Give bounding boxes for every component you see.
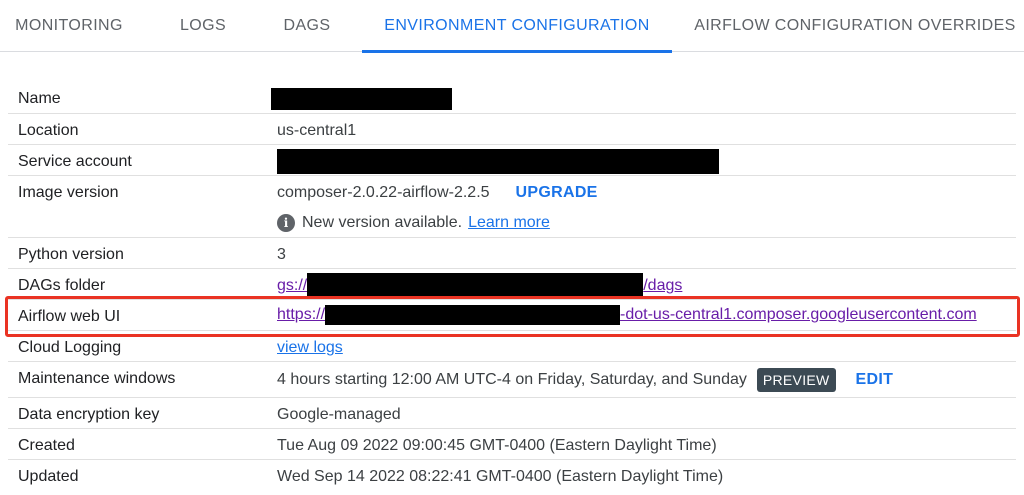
service-account-value [277, 149, 719, 174]
info-icon: i [277, 214, 295, 232]
dags-folder-link[interactable]: gs:// /dags [277, 273, 682, 299]
config-row-created: Created Tue Aug 09 2022 09:00:45 GMT-040… [8, 428, 1016, 459]
row-label: Airflow web UI [18, 308, 121, 325]
row-label: Image version [18, 184, 119, 201]
upgrade-button[interactable]: UPGRADE [516, 184, 598, 202]
config-row-name: Name [8, 82, 1016, 113]
redacted-block [277, 149, 719, 174]
row-label: Service account [18, 153, 132, 170]
config-row-image-version: Image version composer-2.0.22-airflow-2.… [8, 175, 1016, 237]
redacted-block [307, 273, 644, 299]
row-label: DAGs folder [18, 277, 106, 294]
tab-logs[interactable]: LOGS [160, 0, 246, 52]
config-row-cloud-logging: Cloud Logging view logs [8, 330, 1016, 361]
row-label: Python version [18, 246, 124, 263]
tab-environment-configuration[interactable]: ENVIRONMENT CONFIGURATION [362, 0, 672, 53]
airflow-web-ui-link[interactable]: https:// -dot-us-central1.composer.googl… [277, 305, 977, 325]
tab-dags[interactable]: DAGS [266, 0, 348, 52]
config-row-location: Location us-central1 [8, 113, 1016, 144]
maintenance-text: 4 hours starting 12:00 AM UTC-4 on Frida… [277, 371, 747, 388]
location-value: us-central1 [277, 122, 357, 139]
config-row-airflow-web-ui: Airflow web UI https:// -dot-us-central1… [8, 299, 1016, 330]
row-label: Updated [18, 468, 79, 485]
maintenance-windows-value: 4 hours starting 12:00 AM UTC-4 on Frida… [277, 368, 893, 392]
notice-text: New version available. [302, 214, 463, 231]
tab-bar: MONITORING LOGS DAGS ENVIRONMENT CONFIGU… [0, 0, 1024, 53]
redacted-block [271, 88, 452, 110]
image-version-value: composer-2.0.22-airflow-2.2.5 UPGRADE [277, 184, 598, 202]
config-row-service-account: Service account [8, 144, 1016, 175]
config-row-dags-folder: DAGs folder gs:// /dags [8, 268, 1016, 299]
updated-value: Wed Sep 14 2022 08:22:41 GMT-0400 (Easte… [277, 468, 724, 485]
python-version-value: 3 [277, 246, 286, 263]
dags-folder-prefix: gs:// [277, 277, 308, 294]
learn-more-link[interactable]: Learn more [468, 214, 550, 232]
airflow-url-suffix: -dot-us-central1.composer.googleusercont… [620, 306, 977, 323]
airflow-url-prefix: https:// [277, 306, 326, 323]
tab-label: ENVIRONMENT CONFIGURATION [384, 17, 650, 34]
active-tab-indicator [362, 50, 672, 53]
tab-monitoring[interactable]: MONITORING [0, 0, 138, 52]
config-row-data-encryption-key: Data encryption key Google-managed [8, 397, 1016, 428]
config-row-maintenance-windows: Maintenance windows 4 hours starting 12:… [8, 361, 1016, 397]
name-value [271, 88, 452, 110]
config-row-updated: Updated Wed Sep 14 2022 08:22:41 GMT-040… [8, 459, 1016, 490]
created-value: Tue Aug 09 2022 09:00:45 GMT-0400 (Easte… [277, 437, 717, 454]
row-label: Maintenance windows [18, 370, 176, 387]
row-label: Cloud Logging [18, 339, 122, 356]
new-version-notice: i New version available. Learn more [277, 214, 550, 232]
image-version-text: composer-2.0.22-airflow-2.2.5 [277, 184, 490, 201]
edit-maintenance-button[interactable]: EDIT [856, 371, 894, 389]
redacted-block [325, 305, 621, 325]
row-label: Created [18, 437, 75, 454]
row-label: Data encryption key [18, 406, 160, 423]
row-label: Name [18, 90, 61, 107]
encryption-key-value: Google-managed [277, 406, 401, 423]
tab-airflow-configuration-overrides[interactable]: AIRFLOW CONFIGURATION OVERRIDES [692, 0, 1018, 52]
dags-folder-suffix: /dags [643, 277, 683, 294]
config-row-python-version: Python version 3 [8, 237, 1016, 268]
view-logs-link[interactable]: view logs [277, 339, 343, 357]
row-label: Location [18, 122, 79, 139]
preview-badge: PREVIEW [756, 368, 836, 392]
